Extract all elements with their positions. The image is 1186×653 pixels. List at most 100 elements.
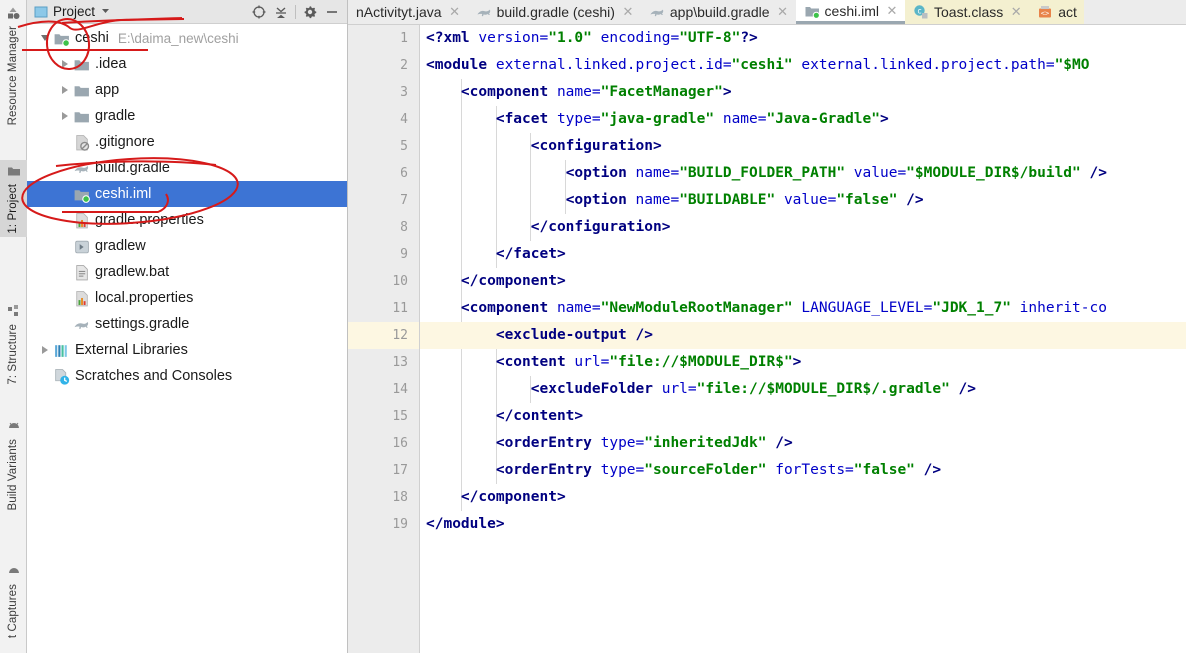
close-icon[interactable]: ✕ [622,5,634,18]
close-icon[interactable]: ✕ [1010,5,1022,18]
collapse-all-icon[interactable] [271,2,291,22]
line-number[interactable]: 4 [348,106,419,133]
line-number[interactable]: 2 [348,52,419,79]
code-token-pi: ?> [740,30,758,46]
code-line[interactable]: <facet type="java-gradle" name="Java-Gra… [420,106,1186,133]
line-number[interactable]: 12 [348,322,419,349]
editor-tab-toast-class[interactable]: c Toast.class ✕ [905,0,1030,24]
editor-tab-bar[interactable]: nActivityt.java ✕ build.gradle (ceshi) ✕ app… [348,0,1186,25]
line-number[interactable]: 15 [348,403,419,430]
chevron-right-icon[interactable] [57,108,73,124]
line-number[interactable]: 14 [348,376,419,403]
tree-node-gradlew[interactable]: gradlew [27,233,347,259]
sidebar-item-build-variants[interactable]: Build Variants [0,415,27,514]
line-number[interactable]: 18 [348,484,419,511]
sidebar-item-label: t Captures [7,584,19,639]
tree-node-external-libraries[interactable]: External Libraries [27,337,347,363]
tree-node-gradlew-bat[interactable]: gradlew.bat [27,259,347,285]
captures-icon [7,564,21,578]
editor-tab-app-build-gradle[interactable]: app\build.gradle ✕ [641,0,796,24]
close-icon[interactable]: ✕ [886,4,898,17]
tree-node-gradle[interactable]: gradle [27,103,347,129]
svg-text:<>: <> [1041,10,1049,18]
code-line[interactable]: </content> [420,403,1186,430]
tree-node-gradle-properties[interactable]: gradle.properties [27,207,347,233]
line-number[interactable]: 17 [348,457,419,484]
line-number[interactable]: 8 [348,214,419,241]
code-line[interactable]: <orderEntry type="inheritedJdk" /> [420,430,1186,457]
sidebar-item-resource-manager[interactable]: Resource Manager [0,2,27,128]
tree-node--idea[interactable]: .idea [27,51,347,77]
chevron-right-icon[interactable] [57,82,73,98]
line-number[interactable]: 3 [348,79,419,106]
code-line[interactable]: </facet> [420,241,1186,268]
line-number[interactable]: 10 [348,268,419,295]
chevron-right-icon[interactable] [37,342,53,358]
code-token-attr: encoding= [591,30,680,46]
tree-node-build-gradle[interactable]: build.gradle [27,155,347,181]
minus-icon[interactable] [322,2,342,22]
line-number[interactable]: 7 [348,187,419,214]
code-line[interactable]: <exclude-output /> [420,322,1186,349]
code-token-tag: </configuration> [530,219,671,235]
code-line[interactable]: <content url="file://$MODULE_DIR$"> [420,349,1186,376]
tree-node-settings-gradle[interactable]: settings.gradle [27,311,347,337]
code-line[interactable]: <module external.linked.project.id="cesh… [420,52,1186,79]
tree-node--gitignore[interactable]: .gitignore [27,129,347,155]
editor-tab-ceshi-iml[interactable]: ceshi.iml ✕ [795,0,905,24]
gear-icon[interactable] [300,2,320,22]
code-line[interactable]: <option name="BUILDABLE" value="false" /… [420,187,1186,214]
tree-node-app[interactable]: app [27,77,347,103]
tree-node-ceshi-iml[interactable]: ceshi.iml [27,181,347,207]
line-number[interactable]: 5 [348,133,419,160]
code-line[interactable]: <configuration> [420,133,1186,160]
gradle-icon [476,4,492,20]
code-content[interactable]: <?xml version="1.0" encoding="UTF-8"?> <m… [420,25,1186,653]
chevron-right-icon[interactable] [57,56,73,72]
crosshair-icon[interactable] [249,2,269,22]
editor-tab-act[interactable]: <> act [1029,0,1084,24]
line-number[interactable]: 13 [348,349,419,376]
code-line[interactable]: <orderEntry type="sourceFolder" forTests… [420,457,1186,484]
close-icon[interactable]: ✕ [449,5,461,18]
panel-title: Project [53,4,96,19]
code-line[interactable]: </component> [420,268,1186,295]
code-token-attr: name= [635,192,680,208]
code-line[interactable]: </module> [420,511,1186,538]
code-token-attr: name= [635,165,680,181]
line-number[interactable]: 1 [348,25,419,52]
code-line[interactable]: </component> [420,484,1186,511]
tree-node-scratches-and-consoles[interactable]: Scratches and Consoles [27,363,347,389]
chevron-down-icon[interactable] [100,3,111,21]
structure-icon [7,304,21,318]
line-number[interactable]: 19 [348,511,419,538]
code-token-tag: > [722,84,732,100]
close-icon[interactable]: ✕ [777,5,789,18]
svg-text:c: c [917,7,921,16]
project-tree[interactable]: ceshi E:\daima_new\ceshi .idea app gradle .gi… [27,24,347,653]
sidebar-item-project[interactable]: 1: Project [0,160,27,237]
code-token-tag: </component> [460,273,566,289]
line-number[interactable]: 6 [348,160,419,187]
resource-manager-icon [7,6,21,20]
editor-tab-nactivityt-java[interactable]: nActivityt.java ✕ [348,0,468,24]
code-line[interactable]: <excludeFolder url="file://$MODULE_DIR$/… [420,376,1186,403]
code-line[interactable]: <?xml version="1.0" encoding="UTF-8"?> [420,25,1186,52]
line-number[interactable]: 11 [348,295,419,322]
sidebar-item-structure[interactable]: 7: Structure [0,300,27,388]
code-line[interactable]: <component name="NewModuleRootManager" L… [420,295,1186,322]
code-line[interactable]: <option name="BUILD_FOLDER_PATH" value="… [420,160,1186,187]
code-line[interactable]: </configuration> [420,214,1186,241]
editor-tab-build-gradle-ceshi-[interactable]: build.gradle (ceshi) ✕ [468,0,641,24]
tree-node-ceshi[interactable]: ceshi E:\daima_new\ceshi [27,25,347,51]
line-number[interactable]: 16 [348,430,419,457]
editor-gutter[interactable]: 1 2 3 4 5 6 7 8 9 10 11 12 13 14 15 16 17 18 19 [348,25,420,653]
line-number[interactable]: 9 [348,241,419,268]
sidebar-item-captures[interactable]: t Captures [0,560,27,641]
tree-node-local-properties[interactable]: local.properties [27,285,347,311]
chevron-down-icon[interactable] [37,30,53,46]
code-line[interactable]: <component name="FacetManager"> [420,79,1186,106]
